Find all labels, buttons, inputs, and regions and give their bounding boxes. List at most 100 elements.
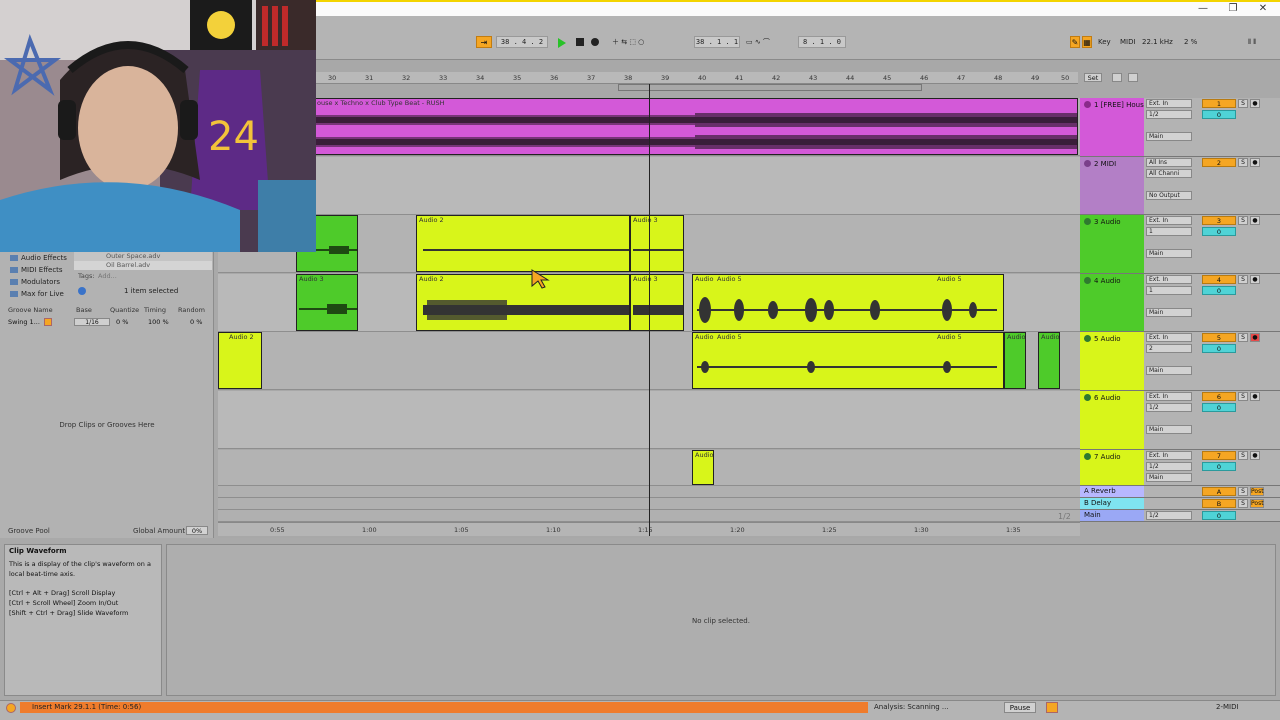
output-select[interactable]: Main [1146,132,1192,141]
output-select[interactable]: Main [1146,425,1192,434]
groove-timing-value[interactable]: 100 % [148,318,169,326]
solo-button[interactable]: S [1238,275,1248,284]
stop-icon[interactable] [576,38,584,46]
loop-start-display[interactable]: 38 . 1 . 1 [694,36,740,48]
input-type-select[interactable]: All Ins [1146,158,1192,167]
solo-button[interactable]: S [1238,99,1248,108]
follow-icon[interactable]: ⇥ [476,36,492,48]
track-fold-icon[interactable] [1084,101,1091,108]
input-channel-select[interactable]: All Channi [1146,169,1192,178]
track-header-5[interactable]: 5 Audio [1080,332,1144,391]
groove-quantize-value[interactable]: 0 % [116,318,128,326]
preset-item[interactable]: Oil Barrel.adv [74,261,212,270]
audio-clip[interactable]: Audio [1004,332,1026,389]
key-map-button[interactable]: Key [1098,36,1111,48]
track-activator[interactable]: 5 [1202,333,1236,342]
audio-clip[interactable]: Audio [1038,332,1060,389]
groove-base-select[interactable]: 1/16 [74,318,110,326]
track-fold-icon[interactable] [1084,218,1091,225]
loop-brace[interactable] [618,84,922,91]
input-channel-select[interactable]: 2 [1146,344,1192,353]
input-channel-select[interactable]: 1/2 [1146,403,1192,412]
global-amount-value[interactable]: 0% [186,526,208,535]
warning-icon[interactable] [6,703,16,713]
track-volume[interactable]: 0 [1202,227,1236,236]
track-header-2[interactable]: 2 MIDI [1080,157,1144,215]
post-button[interactable]: Post [1250,499,1264,508]
track-volume[interactable]: 0 [1202,110,1236,119]
arm-button[interactable]: ● [1250,275,1260,284]
solo-button[interactable]: S [1238,333,1248,342]
solo-button[interactable]: S [1238,216,1248,225]
input-channel-select[interactable]: 1/2 [1146,110,1192,119]
track-activator[interactable]: 7 [1202,451,1236,460]
track-fold-icon[interactable] [1084,335,1091,342]
arm-button[interactable]: ● [1250,333,1260,342]
track-activator[interactable]: 1 [1202,99,1236,108]
loop-length-display[interactable]: 8 . 1 . 0 [798,36,846,48]
track-activator[interactable]: 6 [1202,392,1236,401]
track-volume[interactable]: 0 [1202,286,1236,295]
record-icon[interactable] [591,38,599,46]
main-channel-select[interactable]: 1/2 [1146,511,1192,520]
midi-map-button[interactable]: MIDI [1120,36,1136,48]
track-fold-icon[interactable] [1084,453,1091,460]
track-activator[interactable]: 2 [1202,158,1236,167]
arm-button[interactable]: ● [1250,392,1260,401]
groove-random-value[interactable]: 0 % [190,318,202,326]
input-type-select[interactable]: Ext. In [1146,216,1192,225]
track-volume[interactable]: 0 [1202,344,1236,353]
audio-clip[interactable]: Audio 3 [296,274,358,331]
draw-mode-icon[interactable]: ✎ [1070,36,1080,48]
solo-button[interactable]: S [1238,499,1248,508]
return-activator[interactable]: B [1202,499,1236,508]
audio-clip[interactable]: Audio 3 [630,274,684,331]
input-channel-select[interactable]: 1 [1146,227,1192,236]
audio-clip[interactable]: Audio 2 [416,215,630,272]
track-header-3[interactable]: 3 Audio [1080,215,1144,274]
browser-item-audio-effects[interactable]: Audio Effects [10,252,67,264]
solo-button[interactable]: S [1238,158,1248,167]
output-select[interactable]: Main [1146,308,1192,317]
audio-clip[interactable]: Audio ! [692,450,714,485]
arm-button[interactable]: ● [1250,99,1260,108]
main-volume[interactable]: 0 [1202,511,1236,520]
expand-icon[interactable] [1112,73,1122,82]
track-volume[interactable]: 0 [1202,403,1236,412]
play-icon[interactable] [558,38,566,48]
tags-input[interactable]: Add... [98,272,117,280]
track-header-7[interactable]: 7 Audio [1080,450,1144,486]
computer-keyboard-icon[interactable]: ▦ [1082,36,1092,48]
track-activator[interactable]: 3 [1202,216,1236,225]
main-header[interactable]: Main [1080,510,1144,522]
preset-item[interactable]: Outer Space.adv [74,252,212,261]
input-type-select[interactable]: Ext. In [1146,392,1192,401]
return-header-a[interactable]: A Reverb [1080,486,1144,498]
browser-item-midi-effects[interactable]: MIDI Effects [10,264,63,276]
solo-button[interactable]: S [1238,392,1248,401]
song-position-display[interactable]: 38 . 4 . 2 [496,36,548,48]
track-volume[interactable]: 0 [1202,462,1236,471]
audio-clip[interactable]: Audio Audio 5 Audio 5 [692,332,1004,389]
minimize-icon[interactable]: — [1188,2,1218,16]
lock-icon[interactable] [1128,73,1138,82]
input-channel-select[interactable]: 1/2 [1146,462,1192,471]
input-type-select[interactable]: Ext. In [1146,99,1192,108]
track-fold-icon[interactable] [1084,160,1091,167]
track-header-6[interactable]: 6 Audio [1080,391,1144,450]
track-fold-icon[interactable] [1084,394,1091,401]
solo-button[interactable]: S [1238,487,1248,496]
output-select[interactable]: Main [1146,473,1192,482]
track-header-1[interactable]: 1 [FREE] Hous [1080,98,1144,157]
beat-time-ruler[interactable]: 30 31 32 33 34 35 36 37 38 39 40 41 42 4… [316,72,1078,84]
overview-toggle-icon[interactable]: ⦀ ⦀ [1248,36,1256,48]
track-activator[interactable]: 4 [1202,275,1236,284]
input-type-select[interactable]: Ext. In [1146,333,1192,342]
info-icon[interactable] [78,287,86,295]
return-header-b[interactable]: B Delay [1080,498,1144,510]
audio-clip[interactable]: Audio Audio 5 Audio 5 [692,274,1004,331]
loop-switch-icon[interactable]: ▭ ∿ ⌒ [746,36,770,48]
audio-clip[interactable]: Audio 2 [218,332,262,389]
set-button[interactable]: Set [1084,73,1102,82]
close-icon[interactable]: ✕ [1248,2,1278,16]
